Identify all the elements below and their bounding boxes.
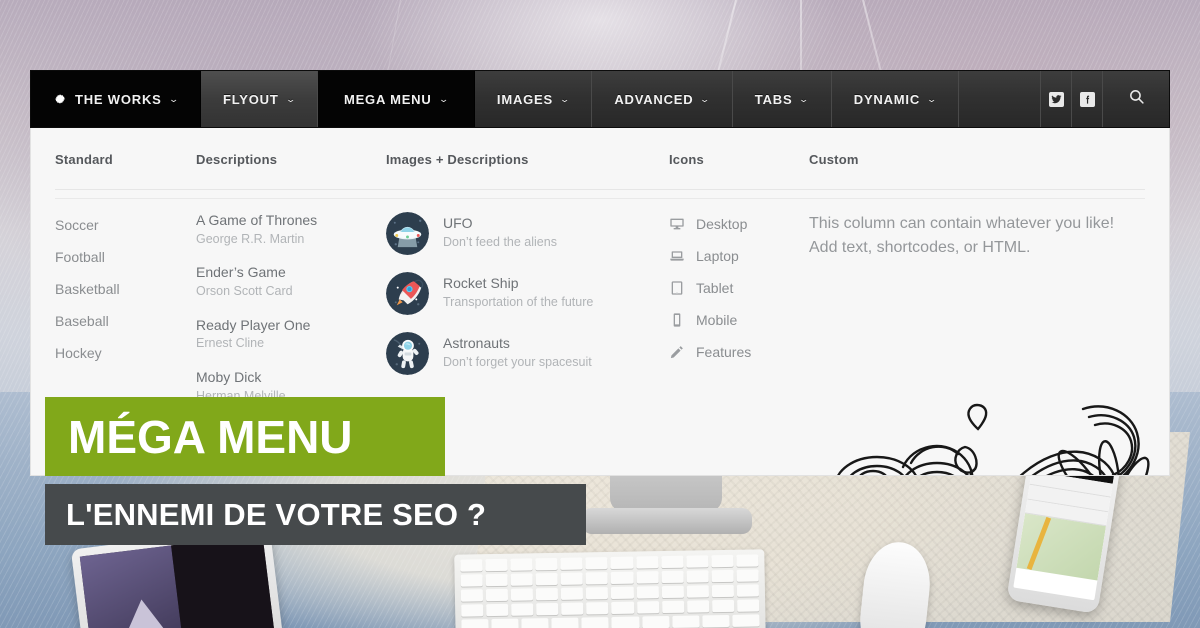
nav-item-flyout[interactable]: FLYOUT ⌄ (201, 71, 318, 127)
nav-item-the-works[interactable]: THE WORKS ⌄ (31, 71, 201, 127)
image-item-subtitle: Don’t feed the aliens (443, 234, 557, 249)
description-subtitle: Ernest Cline (196, 336, 265, 351)
nav-spacer (959, 71, 1041, 127)
gear-icon (53, 92, 67, 106)
image-item-subtitle: Don’t forget your spacesuit (443, 354, 592, 369)
image-description-item[interactable]: Astronauts Don’t forget your spacesuit (386, 332, 669, 392)
title-text: MÉGA MENU (68, 410, 353, 463)
menu-link-basketball[interactable]: Basketball (55, 276, 196, 308)
description-subtitle: George R.R. Martin (196, 231, 305, 246)
image-item-title: Rocket Ship (443, 275, 519, 291)
description-item[interactable]: Ready Player One Ernest Cline (196, 317, 386, 369)
description-title: A Game of Thrones (196, 212, 318, 228)
rocket-thumbnail-icon (386, 272, 429, 315)
icon-item-label: Mobile (696, 312, 738, 328)
chevron-down-icon: ⌄ (437, 93, 450, 104)
nav-item-mega-menu[interactable]: MEGA MENU ⌄ (317, 71, 475, 127)
nav-item-images[interactable]: IMAGES ⌄ (474, 71, 593, 127)
twitter-icon (1048, 91, 1064, 107)
desktop-icon (670, 218, 684, 230)
search-button[interactable] (1103, 71, 1169, 127)
icon-menu-item-mobile[interactable]: Mobile (669, 308, 809, 340)
menu-link-soccer[interactable]: Soccer (55, 212, 196, 244)
icon-item-label: Desktop (696, 216, 748, 232)
image-item-title: UFO (443, 215, 473, 231)
image-description-item[interactable]: UFO Don’t feed the aliens (386, 212, 669, 272)
chevron-down-icon: ⌄ (926, 93, 939, 104)
nav-item-label: THE WORKS (75, 91, 162, 107)
title-banner: MÉGA MENU (45, 397, 445, 476)
image-item-subtitle: Transportation of the future (443, 294, 594, 309)
nav-item-label: DYNAMIC (853, 91, 921, 107)
menu-link-baseball[interactable]: Baseball (55, 308, 196, 340)
floral-doodle-decoration (837, 403, 1150, 475)
menu-link-football[interactable]: Football (55, 244, 196, 276)
nav-item-label: ADVANCED (614, 91, 694, 107)
menu-link-hockey[interactable]: Hockey (55, 340, 196, 372)
column-header: Standard (55, 152, 196, 190)
description-title: Moby Dick (196, 369, 262, 386)
icon-menu-item-features[interactable]: Features (669, 340, 809, 372)
laptop-icon (670, 251, 684, 261)
nav-item-dynamic[interactable]: DYNAMIC ⌄ (831, 71, 960, 127)
description-title: Ready Player One (196, 316, 311, 333)
nav-item-twitter[interactable] (1041, 71, 1072, 127)
chevron-down-icon: ⌄ (284, 93, 297, 104)
column-header: Icons (669, 152, 809, 190)
description-item[interactable]: A Game of Thrones George R.R. Martin (196, 212, 386, 264)
column-header: Descriptions (196, 152, 386, 190)
keyboard (454, 549, 766, 628)
custom-column-text: This column can contain whatever you lik… (809, 215, 1115, 256)
nav-item-facebook[interactable] (1072, 71, 1103, 127)
image-item-title: Astronauts (443, 335, 510, 351)
tablet-icon (671, 281, 683, 295)
description-subtitle: Orson Scott Card (196, 283, 293, 298)
pencil-icon (670, 346, 683, 359)
astronaut-thumbnail-icon (386, 332, 429, 375)
ufo-thumbnail-icon (386, 212, 429, 255)
icon-menu-item-desktop[interactable]: Desktop (669, 212, 809, 244)
image-description-item[interactable]: Rocket Ship Transportation of the future (386, 272, 669, 332)
panel-column-custom: Custom This column can contain whatever … (809, 128, 1169, 475)
description-item[interactable]: Ender’s Game Orson Scott Card (196, 264, 386, 316)
column-header: Images + Descriptions (386, 152, 669, 190)
nav-item-advanced[interactable]: ADVANCED ⌄ (592, 71, 733, 127)
chevron-down-icon: ⌄ (699, 93, 712, 104)
chevron-down-icon: ⌄ (798, 93, 811, 104)
icon-item-label: Tablet (696, 280, 734, 296)
icon-item-label: Laptop (696, 248, 739, 264)
nav-item-label: FLYOUT (223, 91, 279, 107)
chevron-down-icon: ⌄ (559, 93, 572, 104)
imac-stand-base (582, 508, 752, 534)
search-icon (1128, 88, 1145, 110)
main-navigation-bar: THE WORKS ⌄ FLYOUT ⌄ MEGA MENU ⌄ IMAGES … (30, 70, 1170, 128)
chevron-down-icon: ⌄ (167, 93, 180, 104)
facebook-icon (1079, 91, 1095, 107)
icon-item-label: Features (696, 344, 752, 360)
nav-item-label: IMAGES (496, 91, 553, 107)
subtitle-banner: L'ENNEMI DE VOTRE SEO ? (45, 484, 586, 545)
column-header: Custom (809, 152, 1145, 190)
nav-item-tabs[interactable]: TABS ⌄ (732, 71, 832, 127)
nav-item-label: MEGA MENU (343, 91, 432, 107)
icon-menu-item-tablet[interactable]: Tablet (669, 276, 809, 308)
panel-column-icons: Icons Desktop Laptop Tablet Mobile Featu… (669, 128, 809, 475)
icon-menu-item-laptop[interactable]: Laptop (669, 244, 809, 276)
nav-item-label: TABS (754, 91, 793, 107)
description-title: Ender’s Game (196, 264, 286, 281)
mobile-icon (673, 313, 681, 327)
subtitle-text: L'ENNEMI DE VOTRE SEO ? (66, 497, 487, 532)
